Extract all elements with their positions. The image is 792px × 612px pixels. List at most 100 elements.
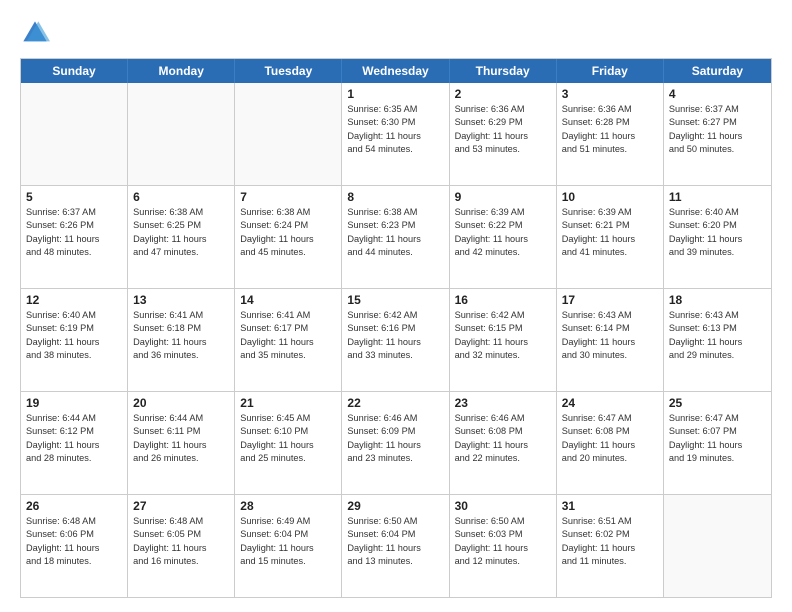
header-day-monday: Monday: [128, 59, 235, 83]
day-number: 6: [133, 190, 229, 204]
day-cell-6: 6 Sunrise: 6:38 AMSunset: 6:25 PMDaylight…: [128, 186, 235, 288]
empty-cell: [664, 495, 771, 597]
day-cell-16: 16Sunrise: 6:42 AMSunset: 6:15 PMDayligh…: [450, 289, 557, 391]
day-cell-21: 21 Sunrise: 6:45 AMSunset: 6:10 PMDayligh…: [235, 392, 342, 494]
day-number: 3: [562, 87, 658, 101]
day-cell-10: 10 Sunrise: 6:39 AMSunset: 6:21 PMDayligh…: [557, 186, 664, 288]
day-number: 8: [347, 190, 443, 204]
day-cell-26: 26Sunrise: 6:48 AMSunset: 6:06 PMDayligh…: [21, 495, 128, 597]
day-number: 28: [240, 499, 336, 513]
day-info: Sunrise: 6:50 AMSunset: 6:04 PMDaylight:…: [347, 515, 443, 568]
day-info: Sunrise: 6:40 AMSunset: 6:20 PMDaylight:…: [669, 206, 766, 259]
day-number: 25: [669, 396, 766, 410]
week-row-5: 26Sunrise: 6:48 AMSunset: 6:06 PMDayligh…: [21, 495, 771, 597]
day-info: Sunrise: 6:43 AMSunset: 6:14 PMDaylight:…: [562, 309, 658, 362]
day-info: Sunrise: 6:38 AMSunset: 6:23 PMDaylight:…: [347, 206, 443, 259]
day-number: 5: [26, 190, 122, 204]
day-info: Sunrise: 6:38 AMSunset: 6:24 PMDaylight:…: [240, 206, 336, 259]
day-info: Sunrise: 6:40 AMSunset: 6:19 PMDaylight:…: [26, 309, 122, 362]
day-cell-11: 11Sunrise: 6:40 AMSunset: 6:20 PMDayligh…: [664, 186, 771, 288]
day-number: 4: [669, 87, 766, 101]
day-number: 22: [347, 396, 443, 410]
day-number: 13: [133, 293, 229, 307]
day-number: 21: [240, 396, 336, 410]
day-info: Sunrise: 6:39 AMSunset: 6:21 PMDaylight:…: [562, 206, 658, 259]
day-cell-1: 1 Sunrise: 6:35 AMSunset: 6:30 PMDaylight…: [342, 83, 449, 185]
empty-cell: [128, 83, 235, 185]
page: SundayMondayTuesdayWednesdayThursdayFrid…: [0, 0, 792, 612]
header-day-saturday: Saturday: [664, 59, 771, 83]
week-row-1: 1 Sunrise: 6:35 AMSunset: 6:30 PMDaylight…: [21, 83, 771, 186]
day-cell-8: 8 Sunrise: 6:38 AMSunset: 6:23 PMDaylight…: [342, 186, 449, 288]
day-number: 12: [26, 293, 122, 307]
day-cell-12: 12 Sunrise: 6:40 AMSunset: 6:19 PMDayligh…: [21, 289, 128, 391]
day-number: 17: [562, 293, 658, 307]
calendar-header-row: SundayMondayTuesdayWednesdayThursdayFrid…: [21, 59, 771, 83]
day-cell-24: 24Sunrise: 6:47 AMSunset: 6:08 PMDayligh…: [557, 392, 664, 494]
day-cell-9: 9 Sunrise: 6:39 AMSunset: 6:22 PMDaylight…: [450, 186, 557, 288]
day-number: 14: [240, 293, 336, 307]
day-cell-19: 19 Sunrise: 6:44 AMSunset: 6:12 PMDayligh…: [21, 392, 128, 494]
header-day-thursday: Thursday: [450, 59, 557, 83]
day-cell-22: 22Sunrise: 6:46 AMSunset: 6:09 PMDayligh…: [342, 392, 449, 494]
day-info: Sunrise: 6:37 AMSunset: 6:27 PMDaylight:…: [669, 103, 766, 156]
day-number: 7: [240, 190, 336, 204]
day-info: Sunrise: 6:47 AMSunset: 6:07 PMDaylight:…: [669, 412, 766, 465]
day-info: Sunrise: 6:42 AMSunset: 6:16 PMDaylight:…: [347, 309, 443, 362]
calendar-body: 1 Sunrise: 6:35 AMSunset: 6:30 PMDaylight…: [21, 83, 771, 597]
day-cell-14: 14 Sunrise: 6:41 AMSunset: 6:17 PMDayligh…: [235, 289, 342, 391]
day-info: Sunrise: 6:39 AMSunset: 6:22 PMDaylight:…: [455, 206, 551, 259]
day-number: 23: [455, 396, 551, 410]
day-info: Sunrise: 6:51 AMSunset: 6:02 PMDaylight:…: [562, 515, 658, 568]
day-cell-17: 17 Sunrise: 6:43 AMSunset: 6:14 PMDayligh…: [557, 289, 664, 391]
day-cell-13: 13 Sunrise: 6:41 AMSunset: 6:18 PMDayligh…: [128, 289, 235, 391]
day-info: Sunrise: 6:36 AMSunset: 6:28 PMDaylight:…: [562, 103, 658, 156]
day-info: Sunrise: 6:37 AMSunset: 6:26 PMDaylight:…: [26, 206, 122, 259]
day-info: Sunrise: 6:44 AMSunset: 6:12 PMDaylight:…: [26, 412, 122, 465]
day-info: Sunrise: 6:48 AMSunset: 6:06 PMDaylight:…: [26, 515, 122, 568]
header-day-tuesday: Tuesday: [235, 59, 342, 83]
day-info: Sunrise: 6:38 AMSunset: 6:25 PMDaylight:…: [133, 206, 229, 259]
empty-cell: [21, 83, 128, 185]
week-row-4: 19 Sunrise: 6:44 AMSunset: 6:12 PMDayligh…: [21, 392, 771, 495]
header: [20, 18, 772, 48]
day-cell-30: 30 Sunrise: 6:50 AMSunset: 6:03 PMDayligh…: [450, 495, 557, 597]
day-info: Sunrise: 6:41 AMSunset: 6:18 PMDaylight:…: [133, 309, 229, 362]
day-cell-7: 7 Sunrise: 6:38 AMSunset: 6:24 PMDaylight…: [235, 186, 342, 288]
day-cell-4: 4 Sunrise: 6:37 AMSunset: 6:27 PMDaylight…: [664, 83, 771, 185]
day-cell-3: 3 Sunrise: 6:36 AMSunset: 6:28 PMDaylight…: [557, 83, 664, 185]
day-number: 19: [26, 396, 122, 410]
day-cell-28: 28 Sunrise: 6:49 AMSunset: 6:04 PMDayligh…: [235, 495, 342, 597]
day-info: Sunrise: 6:44 AMSunset: 6:11 PMDaylight:…: [133, 412, 229, 465]
calendar: SundayMondayTuesdayWednesdayThursdayFrid…: [20, 58, 772, 598]
day-number: 31: [562, 499, 658, 513]
day-info: Sunrise: 6:42 AMSunset: 6:15 PMDaylight:…: [455, 309, 551, 362]
logo-icon: [20, 18, 50, 48]
day-cell-27: 27 Sunrise: 6:48 AMSunset: 6:05 PMDayligh…: [128, 495, 235, 597]
day-info: Sunrise: 6:36 AMSunset: 6:29 PMDaylight:…: [455, 103, 551, 156]
day-info: Sunrise: 6:35 AMSunset: 6:30 PMDaylight:…: [347, 103, 443, 156]
day-info: Sunrise: 6:49 AMSunset: 6:04 PMDaylight:…: [240, 515, 336, 568]
day-number: 9: [455, 190, 551, 204]
day-info: Sunrise: 6:45 AMSunset: 6:10 PMDaylight:…: [240, 412, 336, 465]
day-number: 10: [562, 190, 658, 204]
day-info: Sunrise: 6:50 AMSunset: 6:03 PMDaylight:…: [455, 515, 551, 568]
day-number: 20: [133, 396, 229, 410]
day-cell-5: 5 Sunrise: 6:37 AMSunset: 6:26 PMDaylight…: [21, 186, 128, 288]
day-cell-31: 31 Sunrise: 6:51 AMSunset: 6:02 PMDayligh…: [557, 495, 664, 597]
header-day-friday: Friday: [557, 59, 664, 83]
day-info: Sunrise: 6:48 AMSunset: 6:05 PMDaylight:…: [133, 515, 229, 568]
day-cell-20: 20 Sunrise: 6:44 AMSunset: 6:11 PMDayligh…: [128, 392, 235, 494]
day-cell-2: 2Sunrise: 6:36 AMSunset: 6:29 PMDaylight…: [450, 83, 557, 185]
week-row-3: 12 Sunrise: 6:40 AMSunset: 6:19 PMDayligh…: [21, 289, 771, 392]
header-day-sunday: Sunday: [21, 59, 128, 83]
week-row-2: 5 Sunrise: 6:37 AMSunset: 6:26 PMDaylight…: [21, 186, 771, 289]
empty-cell: [235, 83, 342, 185]
day-number: 1: [347, 87, 443, 101]
day-number: 24: [562, 396, 658, 410]
day-number: 27: [133, 499, 229, 513]
day-info: Sunrise: 6:41 AMSunset: 6:17 PMDaylight:…: [240, 309, 336, 362]
day-cell-15: 15Sunrise: 6:42 AMSunset: 6:16 PMDayligh…: [342, 289, 449, 391]
day-number: 30: [455, 499, 551, 513]
day-cell-25: 25 Sunrise: 6:47 AMSunset: 6:07 PMDayligh…: [664, 392, 771, 494]
